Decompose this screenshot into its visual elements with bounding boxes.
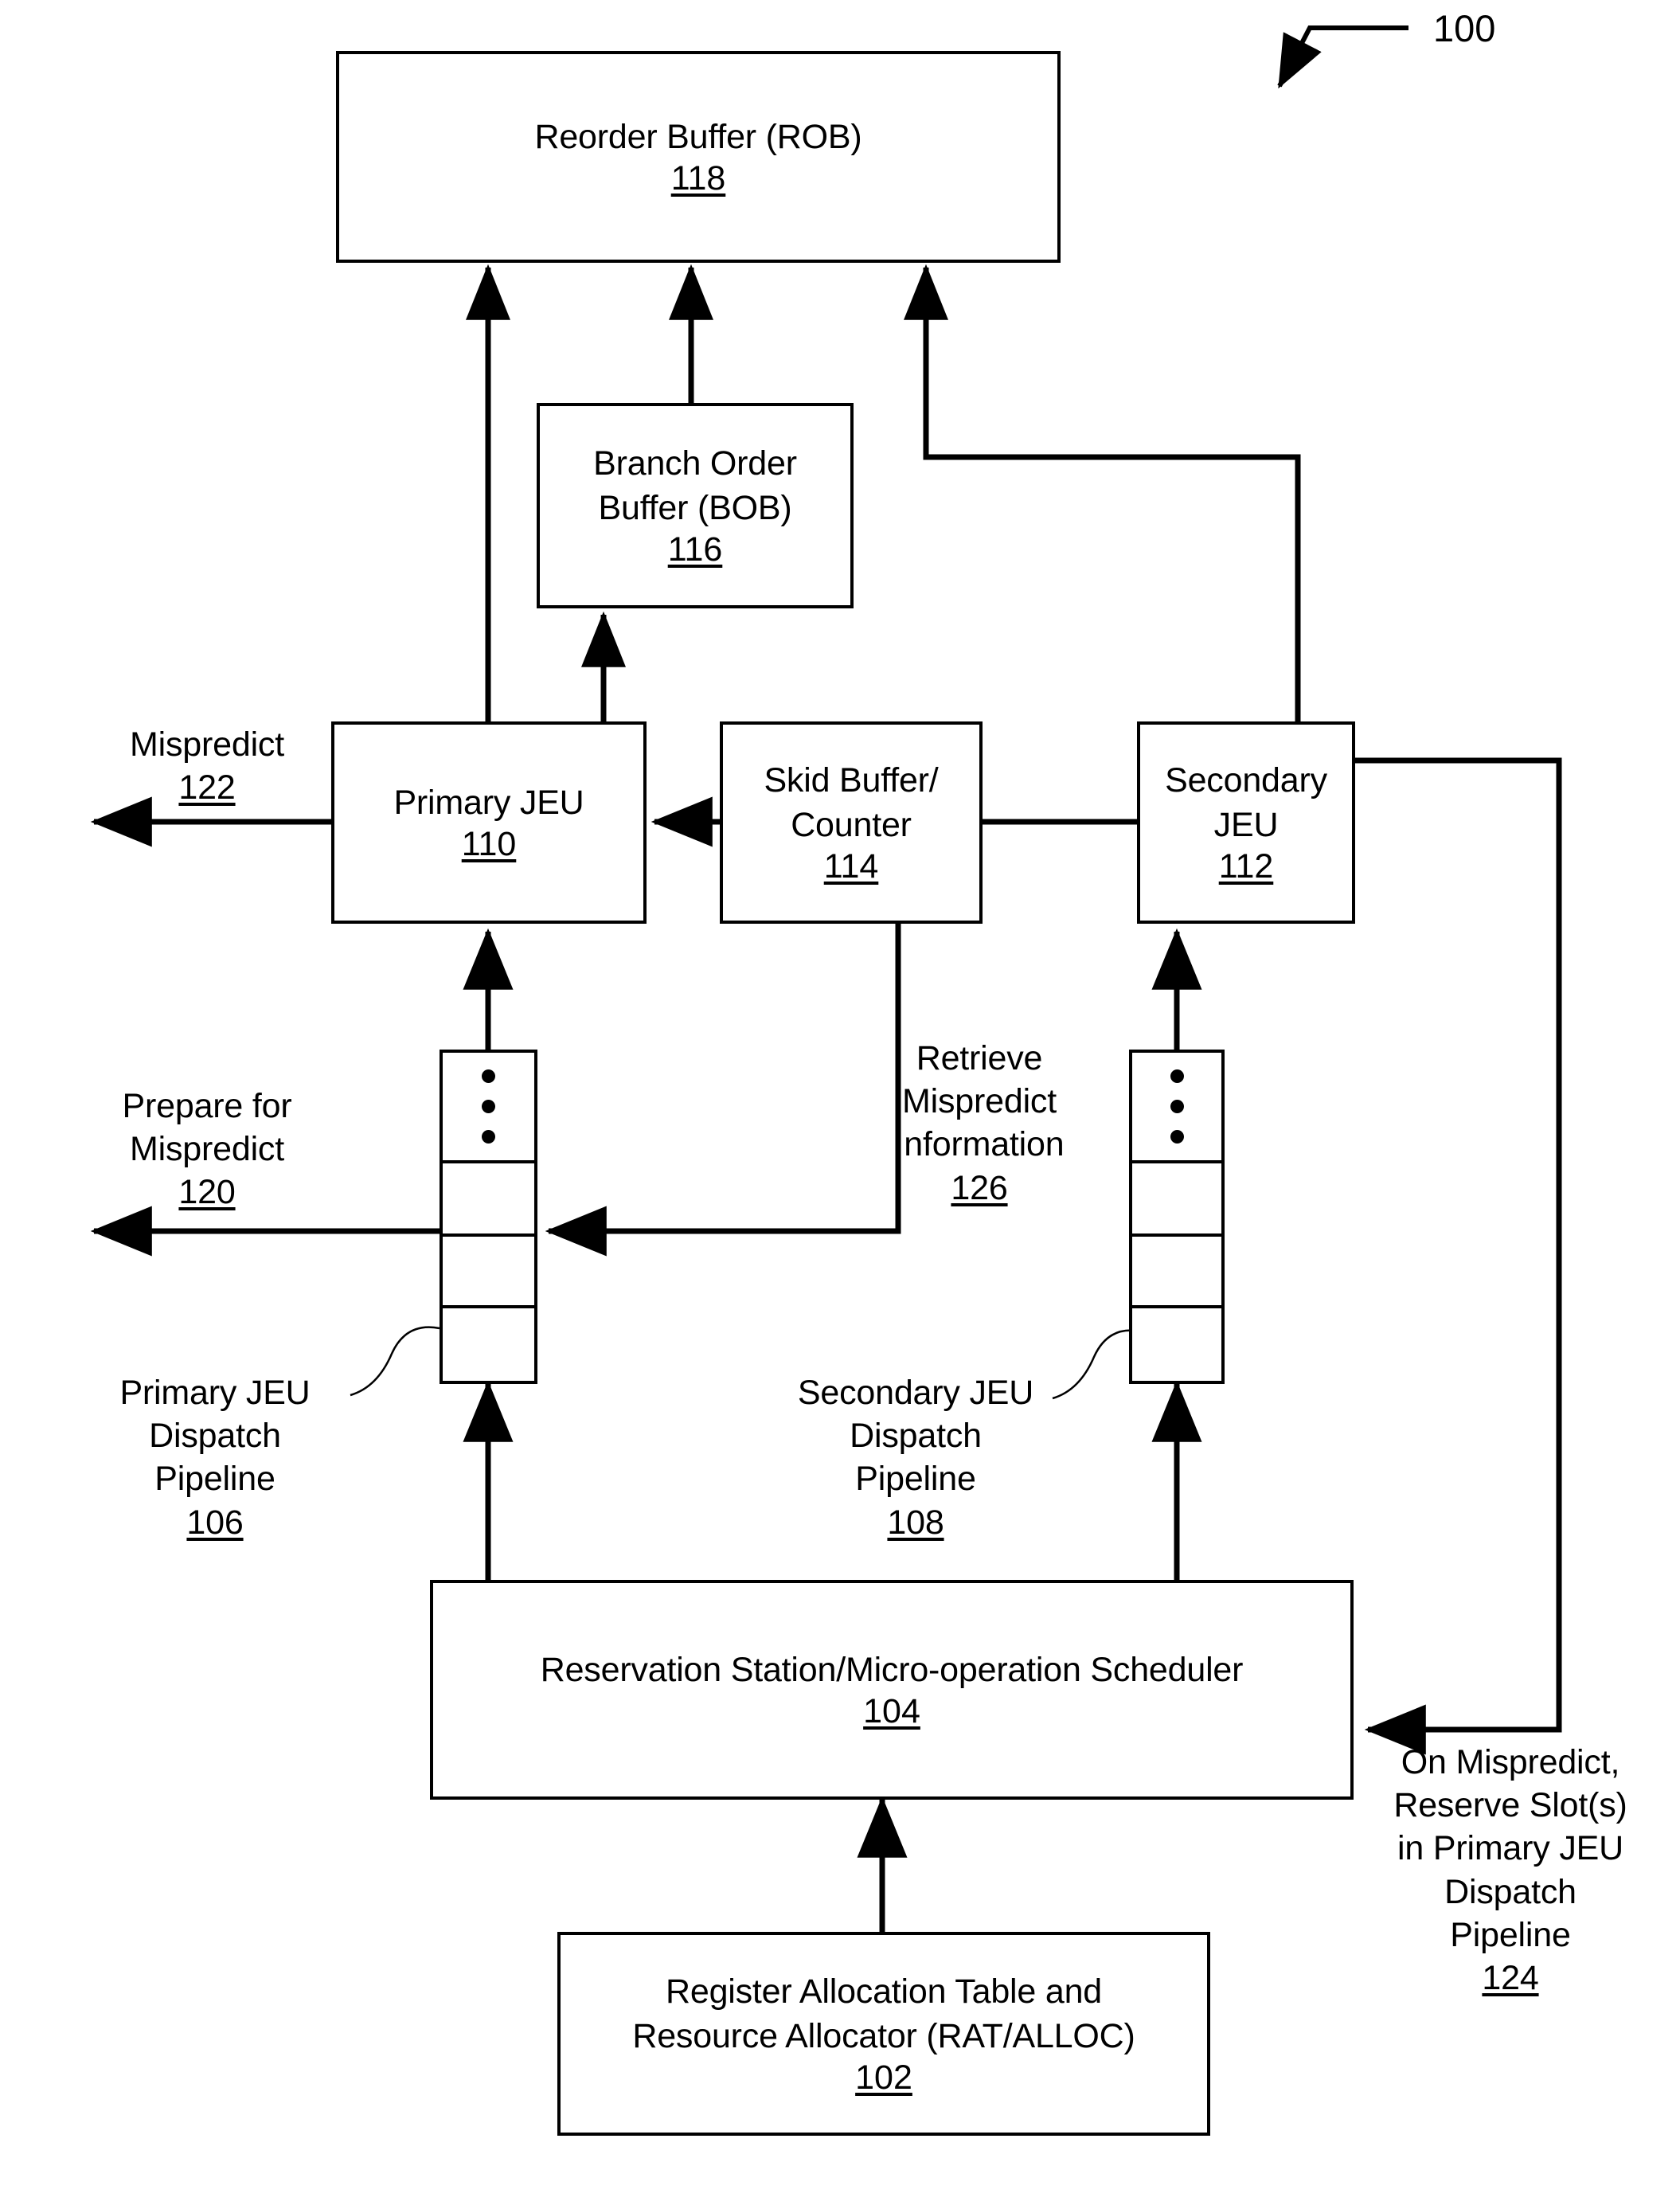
pipeline-secondary-cell-2[interactable] — [1132, 1237, 1221, 1308]
block-reservation-station[interactable]: Reservation Station/Micro-operation Sche… — [430, 1580, 1354, 1800]
leader-line-figure-100 — [1277, 25, 1408, 89]
pipeline-secondary-cell-ellipsis — [1132, 1053, 1221, 1164]
block-secondary-jeu-title: Secondary JEU — [1165, 761, 1327, 844]
pipeline-secondary-jeu-dispatch[interactable] — [1129, 1050, 1225, 1384]
label-retrieve-mispredict-information: Retrieve Mispredict Information 126 — [836, 1037, 1123, 1210]
label-prepare-for-mispredict: Prepare for Mispredict 120 — [88, 1085, 326, 1214]
label-pipeline106-line3: Pipeline — [154, 1460, 275, 1499]
leader-line-pipeline-108 — [1052, 1329, 1142, 1400]
label-secondary-jeu-dispatch-pipeline: Secondary JEU Dispatch Pipeline 108 — [772, 1371, 1059, 1544]
figure-reference-numeral: 100 — [1433, 7, 1496, 49]
label-prepare-line2: Mispredict — [130, 1130, 284, 1169]
label-primary-jeu-dispatch-pipeline: Primary JEU Dispatch Pipeline 106 — [80, 1371, 350, 1544]
block-skid-buffer-counter[interactable]: Skid Buffer/ Counter 114 — [720, 721, 983, 924]
block-secondary-jeu-number: 112 — [1218, 846, 1274, 886]
label-retrieve-line2: Mispredict — [902, 1082, 1057, 1121]
label-pipeline108-line2: Dispatch — [850, 1417, 982, 1456]
block-reorder-buffer[interactable]: Reorder Buffer (ROB) 118 — [336, 51, 1061, 263]
block-branch-order-buffer-title-line2: Buffer (BOB) — [598, 488, 792, 527]
pipeline-primary-cell-3[interactable] — [443, 1308, 534, 1381]
label-prepare-number: 120 — [178, 1173, 236, 1212]
block-skid-buffer-title-line1: Skid Buffer/ — [764, 761, 939, 800]
label-mispredict-line1: Mispredict — [130, 725, 284, 764]
label-124-line2: Reserve Slot(s) — [1393, 1786, 1627, 1825]
block-secondary-jeu[interactable]: Secondary JEU 112 — [1137, 721, 1355, 924]
pipeline-secondary-cell-3[interactable] — [1132, 1308, 1221, 1381]
block-rat-alloc-title-line2: Resource Allocator (RAT/ALLOC) — [632, 2016, 1135, 2055]
label-124-line4: Dispatch — [1444, 1872, 1576, 1911]
block-rat-alloc-number: 102 — [855, 2058, 912, 2097]
vertical-ellipsis-icon — [1132, 1053, 1221, 1160]
label-124-number: 124 — [1482, 1958, 1539, 1997]
pipeline-primary-cell-ellipsis — [443, 1053, 534, 1164]
label-mispredict-number: 122 — [178, 768, 236, 807]
label-retrieve-number: 126 — [951, 1168, 1008, 1207]
block-branch-order-buffer-number: 116 — [667, 530, 723, 569]
label-pipeline106-line1: Primary JEU — [119, 1374, 311, 1412]
block-reorder-buffer-number: 118 — [670, 159, 726, 198]
block-primary-jeu-title: Primary JEU — [393, 783, 584, 822]
pipeline-primary-cell-2[interactable] — [443, 1237, 534, 1308]
label-on-mispredict-reserve-slots: On Mispredict, Reserve Slot(s) in Primar… — [1363, 1741, 1658, 2000]
block-primary-jeu[interactable]: Primary JEU 110 — [331, 721, 647, 924]
pipeline-primary-jeu-dispatch[interactable] — [440, 1050, 537, 1384]
block-reservation-station-number: 104 — [863, 1692, 920, 1731]
label-124-line3: in Primary JEU — [1397, 1829, 1623, 1868]
label-pipeline108-line3: Pipeline — [855, 1460, 976, 1499]
wire-secondaryjeu-to-rs — [1354, 757, 1562, 1755]
pipeline-secondary-cell-1[interactable] — [1132, 1163, 1221, 1237]
label-retrieve-line3: Information — [894, 1125, 1065, 1164]
label-pipeline108-line1: Secondary JEU — [797, 1374, 1034, 1412]
label-pipeline106-number: 106 — [186, 1503, 244, 1542]
leader-line-pipeline-106 — [350, 1326, 440, 1397]
label-mispredict: Mispredict 122 — [88, 723, 326, 809]
block-rat-alloc-title-line1: Register Allocation Table and — [666, 1972, 1102, 2011]
label-pipeline108-number: 108 — [887, 1503, 944, 1542]
label-124-line1: On Mispredict, — [1401, 1743, 1620, 1781]
patent-figure-diagram: 100 Reorder Buffer (ROB) 118 Branch Orde… — [0, 0, 1680, 2205]
pipeline-primary-cell-1[interactable] — [443, 1163, 534, 1237]
block-branch-order-buffer-title-line1: Branch Order — [593, 444, 797, 483]
vertical-ellipsis-icon — [443, 1053, 534, 1160]
block-reorder-buffer-title: Reorder Buffer (ROB) — [534, 117, 862, 156]
block-branch-order-buffer[interactable]: Branch Order Buffer (BOB) 116 — [537, 403, 854, 608]
label-prepare-line1: Prepare for — [122, 1087, 292, 1125]
label-124-line5: Pipeline — [1450, 1915, 1571, 1954]
block-rat-alloc[interactable]: Register Allocation Table and Resource A… — [557, 1932, 1210, 2136]
block-skid-buffer-title-line2: Counter — [791, 805, 912, 844]
block-reservation-station-title: Reservation Station/Micro-operation Sche… — [540, 1650, 1244, 1689]
label-retrieve-line1: Retrieve — [916, 1039, 1043, 1077]
wire-secondaryjeu-to-rob — [904, 264, 1301, 757]
block-primary-jeu-number: 110 — [461, 825, 517, 864]
block-skid-buffer-number: 114 — [823, 846, 879, 886]
label-pipeline106-line2: Dispatch — [149, 1417, 281, 1456]
